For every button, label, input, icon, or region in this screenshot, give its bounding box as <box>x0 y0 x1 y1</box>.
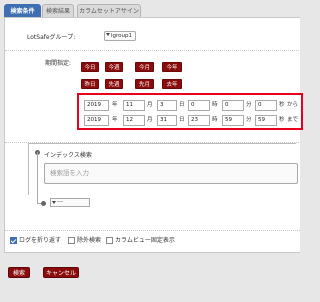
year-unit: 年 <box>112 117 118 123</box>
date-range-box: 2019 年 11 月 3 日 0 時 0 分 0 秒 から 2019 年 12… <box>77 93 303 130</box>
minute-unit: 分 <box>246 102 252 108</box>
second-unit: 秒 <box>279 117 285 123</box>
to-minute-field[interactable]: 59 <box>222 115 244 126</box>
wrap-log-checkbox[interactable] <box>10 237 17 244</box>
index-search-input[interactable]: 検索語を入力 <box>44 163 298 184</box>
day-unit: 日 <box>179 102 185 108</box>
operator-value: --- <box>57 199 63 205</box>
minute-unit: 分 <box>246 117 252 123</box>
from-minute-field[interactable]: 0 <box>222 100 244 111</box>
period-label: 期間指定: <box>45 60 72 67</box>
yesterday-button[interactable]: 昨日 <box>81 79 99 89</box>
from-suffix: から <box>287 102 299 108</box>
to-hour-field[interactable]: 23 <box>188 115 210 126</box>
tree-line <box>37 152 38 204</box>
this-month-button[interactable]: 今月 <box>135 62 154 72</box>
cancel-button[interactable]: キャンセル <box>43 267 79 278</box>
last-year-button[interactable]: 去年 <box>162 79 182 89</box>
from-month-field[interactable]: 11 <box>123 100 145 111</box>
to-suffix: まで <box>287 117 299 123</box>
exclude-search-checkbox[interactable] <box>68 237 75 244</box>
search-button[interactable]: 検索 <box>8 267 30 278</box>
today-button[interactable]: 今日 <box>81 62 99 72</box>
hour-unit: 時 <box>212 102 218 108</box>
tab-search-results[interactable]: 検索結果 <box>42 4 74 17</box>
last-month-button[interactable]: 先月 <box>135 79 154 89</box>
hour-unit: 時 <box>212 117 218 123</box>
tab-search-conditions[interactable]: 検索条件 <box>4 4 41 17</box>
to-day-field[interactable]: 31 <box>157 115 177 126</box>
year-unit: 年 <box>112 102 118 108</box>
this-year-button[interactable]: 今年 <box>162 62 182 72</box>
second-unit: 秒 <box>279 102 285 108</box>
lotsafe-group-label: LotSafeグループ: <box>27 34 76 41</box>
operator-select[interactable]: --- <box>50 198 90 207</box>
from-second-field[interactable]: 0 <box>255 100 277 111</box>
to-year-field[interactable]: 2019 <box>84 115 109 126</box>
index-search-title: インデックス検索 <box>42 150 94 159</box>
tab-column-set-assign[interactable]: カラムセットアサイン <box>77 4 141 17</box>
to-row: 2019 年 12 月 31 日 23 時 59 分 59 秒 まで <box>79 115 301 126</box>
search-conditions-panel: LotSafeグループ: lgroup1 期間指定: 今日 今週 今月 今年 昨… <box>4 17 303 253</box>
wrap-log-label: ログを折り返す <box>19 237 62 244</box>
from-hour-field[interactable]: 0 <box>188 100 210 111</box>
last-week-button[interactable]: 先週 <box>105 79 123 89</box>
chevron-down-icon <box>106 33 110 36</box>
exclude-search-label: 除外検索 <box>77 237 102 244</box>
divider <box>4 230 300 231</box>
from-year-field[interactable]: 2019 <box>84 100 109 111</box>
to-month-field[interactable]: 12 <box>123 115 145 126</box>
column-view-fixed-checkbox[interactable] <box>106 237 113 244</box>
to-second-field[interactable]: 59 <box>255 115 277 126</box>
divider <box>5 50 299 51</box>
month-unit: 月 <box>147 117 153 123</box>
from-day-field[interactable]: 3 <box>157 100 177 111</box>
lotsafe-group-value: lgroup1 <box>111 33 133 39</box>
chevron-down-icon <box>52 201 56 204</box>
lotsafe-group-select[interactable]: lgroup1 <box>104 31 136 41</box>
column-view-fixed-label: カラムビュー固定表示 <box>115 237 175 244</box>
from-row: 2019 年 11 月 3 日 0 時 0 分 0 秒 から <box>79 100 301 111</box>
day-unit: 日 <box>179 117 185 123</box>
bullet-icon <box>41 201 46 206</box>
this-week-button[interactable]: 今週 <box>105 62 123 72</box>
month-unit: 月 <box>147 102 153 108</box>
